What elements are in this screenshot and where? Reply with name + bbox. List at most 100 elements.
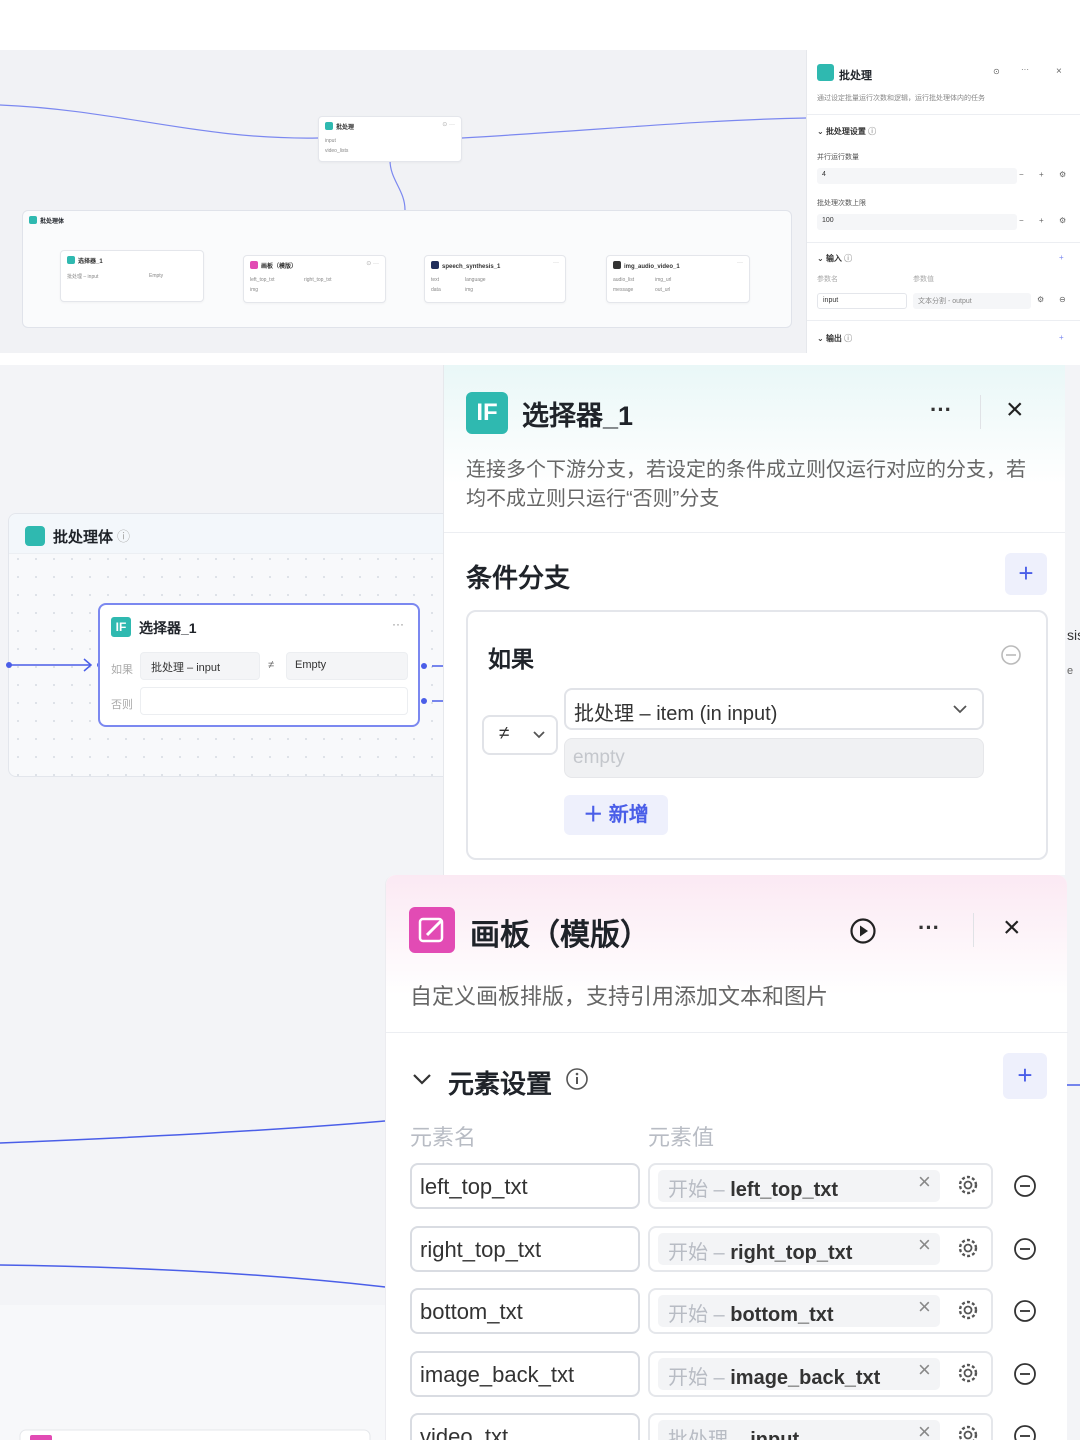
- batch-icon: [817, 64, 834, 81]
- condition-branch-card: 如果 ≠ 批处理 – item (in input) empty ＋ 新增: [466, 610, 1048, 860]
- if-icon: IF: [466, 392, 508, 434]
- element-value-field[interactable]: 开始 – image_back_txt ×: [648, 1351, 993, 1397]
- canvas-icon: [250, 261, 258, 269]
- remove-branch-icon[interactable]: [1000, 644, 1022, 666]
- info-icon: ⓘ: [868, 127, 877, 136]
- element-value-field[interactable]: 批处理 – input ×: [648, 1413, 993, 1440]
- increment-button[interactable]: +: [1039, 216, 1044, 225]
- element-name-input[interactable]: video_txt: [410, 1413, 640, 1440]
- info-icon: ⓘ: [117, 529, 131, 544]
- chevron-down-icon[interactable]: ⌄: [817, 334, 826, 343]
- operator-select[interactable]: ≠: [482, 715, 558, 755]
- if-label: 如果: [488, 646, 534, 672]
- add-input-button[interactable]: +: [1059, 253, 1064, 262]
- clear-icon[interactable]: ×: [918, 1294, 931, 1320]
- close-button[interactable]: ×: [1006, 393, 1024, 427]
- batch-body-icon: [29, 216, 37, 224]
- gear-icon[interactable]: [956, 1173, 980, 1197]
- workflow-overview: 批处理 ⊙ ··· input video_lists 批处理体 选择器_1 批…: [0, 50, 1080, 353]
- mini-node-canvas[interactable]: 画板（模版） ⊙ ··· left_top_txt right_top_txt …: [243, 255, 386, 303]
- element-value-field[interactable]: 开始 – left_top_txt ×: [648, 1163, 993, 1209]
- more-button[interactable]: ···: [918, 915, 940, 941]
- param-value-input[interactable]: 文本分割 - output: [913, 293, 1031, 309]
- chevron-down-icon: [953, 705, 967, 714]
- add-element-button[interactable]: +: [1003, 1053, 1047, 1099]
- panel-description: 自定义画板排版，支持引用添加文本和图片: [410, 984, 829, 1009]
- column-header-value: 元素值: [648, 1125, 715, 1150]
- info-icon: ⓘ: [844, 334, 853, 343]
- more-button[interactable]: ···: [1021, 65, 1029, 74]
- remove-row-icon[interactable]: [1013, 1237, 1037, 1261]
- gear-icon[interactable]: [956, 1236, 980, 1260]
- param-name-input[interactable]: input: [817, 293, 907, 309]
- decrement-button[interactable]: −: [1019, 216, 1024, 225]
- mini-node-selector[interactable]: 选择器_1 批处理 – input Empty: [60, 250, 204, 302]
- canvas-icon: [409, 907, 455, 953]
- batch-limit-input[interactable]: 100: [817, 214, 1017, 230]
- batch-body-title: 批处理体: [53, 529, 114, 546]
- settings-icon[interactable]: ⚙: [1037, 295, 1044, 304]
- mini-node-speech[interactable]: speech_synthesis_1 ··· text language dat…: [424, 255, 566, 303]
- panel-title: 选择器_1: [522, 401, 634, 431]
- remove-row-icon[interactable]: [1013, 1299, 1037, 1323]
- operator[interactable]: ≠: [268, 659, 274, 671]
- close-button[interactable]: ×: [1056, 66, 1062, 77]
- canvas-view: 画板（模版） ··· × 自定义画板排版，支持引用添加文本和图片 元素设置 + …: [0, 875, 1080, 1440]
- info-icon: [566, 1068, 588, 1090]
- chevron-down-icon[interactable]: ⌄: [817, 127, 826, 136]
- chevron-down-icon[interactable]: ⌄: [817, 254, 826, 263]
- panel-description-line2: 均不成立则只运行“否则”分支: [466, 488, 720, 510]
- decrement-button[interactable]: −: [1019, 170, 1024, 179]
- else-field[interactable]: [140, 687, 408, 715]
- add-branch-button[interactable]: +: [1005, 553, 1047, 595]
- video-icon: [613, 261, 621, 269]
- run-icon[interactable]: ⊙: [993, 67, 1000, 76]
- selector-settings-panel: IF 选择器_1 ··· × 连接多个下游分支，若设定的条件成立则仅运行对应的分…: [443, 365, 1066, 875]
- remove-row-icon[interactable]: [1013, 1362, 1037, 1386]
- chevron-down-icon[interactable]: [412, 1072, 432, 1086]
- settings-icon[interactable]: ⚙: [1059, 216, 1066, 225]
- section-title: 条件分支: [466, 563, 571, 593]
- settings-icon[interactable]: ⚙: [1059, 170, 1066, 179]
- gear-icon[interactable]: [956, 1298, 980, 1322]
- remove-row-icon[interactable]: [1013, 1174, 1037, 1198]
- run-icon[interactable]: [849, 917, 877, 945]
- condition-left-field[interactable]: 批处理 – input: [140, 652, 260, 680]
- condition-right-field[interactable]: Empty: [286, 652, 408, 680]
- condition-variable-select[interactable]: 批处理 – item (in input): [564, 688, 984, 730]
- condition-view: 批处理体 ⓘ IF 选择器_1 ··· 如果 批处理 – input ≠ Emp…: [0, 365, 1080, 875]
- more-button[interactable]: ···: [930, 397, 952, 423]
- element-name-input[interactable]: right_top_txt: [410, 1226, 640, 1272]
- clear-icon[interactable]: ×: [918, 1232, 931, 1258]
- add-condition-button[interactable]: ＋ 新增: [564, 795, 668, 835]
- more-button[interactable]: ···: [392, 617, 404, 631]
- element-name-input[interactable]: left_top_txt: [410, 1163, 640, 1209]
- info-icon: ⓘ: [844, 254, 853, 263]
- gear-icon[interactable]: [956, 1361, 980, 1385]
- section-title: 元素设置: [448, 1069, 553, 1099]
- if-icon: [67, 256, 75, 264]
- selector-node[interactable]: IF 选择器_1 ··· 如果 批处理 – input ≠ Empty 否则: [98, 603, 420, 727]
- mini-node-img-audio[interactable]: img_audio_video_1 ··· audio_list img_url…: [606, 255, 750, 303]
- connection-lines: [0, 1120, 385, 1440]
- clear-icon[interactable]: ×: [918, 1357, 931, 1383]
- close-button[interactable]: ×: [1003, 911, 1021, 945]
- clear-icon[interactable]: ×: [918, 1169, 931, 1195]
- chevron-down-icon: [533, 731, 545, 739]
- increment-button[interactable]: +: [1039, 170, 1044, 179]
- element-name-input[interactable]: bottom_txt: [410, 1288, 640, 1334]
- batch-icon: [325, 122, 333, 130]
- parallel-count-input[interactable]: 4: [817, 168, 1017, 184]
- batch-settings-panel: 批处理 ⊙ ··· × 通过设定批量运行次数和逻辑，运行批处理体内的任务 ⌄ 批…: [806, 50, 1080, 353]
- remove-icon[interactable]: ⊖: [1059, 295, 1066, 304]
- element-value-field[interactable]: 开始 – right_top_txt ×: [648, 1226, 993, 1272]
- element-value-field[interactable]: 开始 – bottom_txt ×: [648, 1288, 993, 1334]
- add-output-button[interactable]: +: [1059, 333, 1064, 342]
- clear-icon[interactable]: ×: [918, 1419, 931, 1440]
- condition-value-input[interactable]: empty: [564, 738, 984, 778]
- gear-icon[interactable]: [956, 1423, 980, 1440]
- if-icon: IF: [111, 617, 131, 637]
- element-name-input[interactable]: image_back_txt: [410, 1351, 640, 1397]
- remove-row-icon[interactable]: [1013, 1424, 1037, 1440]
- mini-node-batch[interactable]: 批处理 ⊙ ··· input video_lists: [318, 116, 462, 162]
